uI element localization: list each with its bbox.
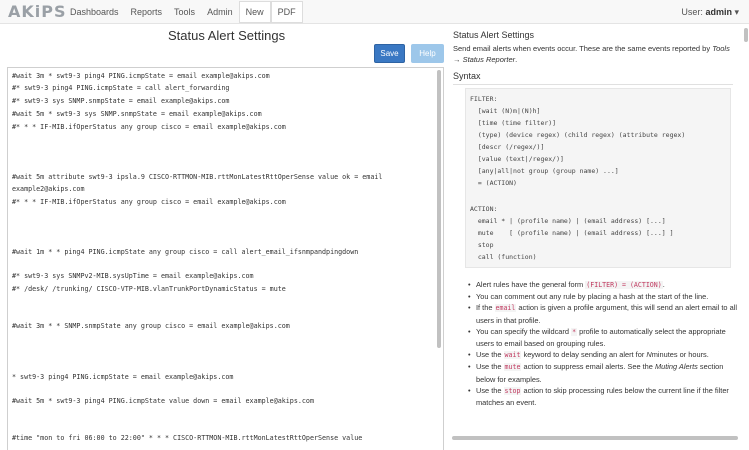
code-line: [value (text|/regex/)] bbox=[470, 155, 564, 163]
editor-line: #* swt9-3 ping4 PING.icmpState = call al… bbox=[12, 84, 230, 92]
bullet-text: action is given a profile argument, this… bbox=[476, 303, 737, 325]
code-line: FILTER: bbox=[470, 95, 498, 103]
editor-line: * swt9-3 ping4 PING.icmpState = email ex… bbox=[12, 373, 234, 381]
rules-editor[interactable]: #wait 3m * swt9-3 ping4 PING.icmpState =… bbox=[7, 67, 444, 450]
list-item: You can comment out any rule by placing … bbox=[468, 291, 740, 302]
editor-line: #* swt9-3 sys SNMP.snmpState = email exa… bbox=[12, 97, 230, 105]
tools-ref: Tools bbox=[712, 44, 730, 53]
editor-line: #* * * IF-MIB.ifOperStatus any group cis… bbox=[12, 198, 286, 206]
editor-line: #* /desk/ /trunking/ CISCO-VTP-MIB.vlanT… bbox=[12, 285, 286, 293]
save-button[interactable]: Save bbox=[374, 44, 405, 63]
page-title: Status Alert Settings bbox=[168, 28, 286, 43]
inline-code: mute bbox=[503, 363, 522, 372]
code-line: ACTION: bbox=[470, 205, 498, 213]
editor-scrollbar[interactable] bbox=[437, 70, 441, 348]
code-line: mute [ (profile name) | (email address) … bbox=[470, 229, 674, 237]
bullet-text: keyword to delay sending an alert for bbox=[523, 350, 645, 360]
bullet-text: . bbox=[662, 280, 665, 289]
bullet-text: You can specify the wildcard bbox=[476, 326, 569, 336]
nav-tools[interactable]: Tools bbox=[168, 0, 201, 24]
bullet-text: action to suppress email alerts. See the bbox=[523, 362, 653, 372]
bullet-text: If the bbox=[476, 303, 493, 313]
help-scrollbar[interactable] bbox=[744, 28, 748, 42]
editor-line: #* * * IF-MIB.ifOperStatus any group cis… bbox=[12, 123, 286, 131]
editor-line: #wait 5m * swt9-3 sys SNMP.snmpState = e… bbox=[12, 110, 262, 118]
list-item: If the email action is given a profile a… bbox=[468, 302, 740, 325]
help-button[interactable]: Help bbox=[411, 44, 444, 63]
bullet-text: minutes or hours. bbox=[651, 350, 709, 360]
nav-reports[interactable]: Reports bbox=[125, 0, 169, 24]
new-button[interactable]: New bbox=[238, 1, 271, 23]
editor-line: #wait 5m attribute swt9-3 ipsla.9 CISCO-… bbox=[12, 173, 383, 181]
syntax-code-block: FILTER: [wait (N)m|(N)h] [time (time fil… bbox=[465, 88, 731, 268]
editor-line: #wait 3m * * SNMP.snmpState any group ci… bbox=[12, 322, 290, 330]
muting-alerts-link[interactable]: Muting Alerts bbox=[655, 362, 698, 371]
inline-code: email bbox=[494, 304, 517, 313]
akips-logo[interactable]: AKiPS bbox=[8, 2, 67, 21]
list-item: You can specify the wildcard * profile t… bbox=[468, 326, 740, 349]
editor-line: #wait 1m * * ping4 PING.icmpState any gr… bbox=[12, 248, 359, 256]
code-line: email * | (profile name) | (email addres… bbox=[470, 217, 666, 225]
description-text: Send email alerts when events occur. The… bbox=[453, 44, 711, 53]
code-line: stop bbox=[470, 241, 494, 249]
code-line: [time (time filter)] bbox=[470, 119, 557, 127]
editor-line: #wait 5m * swt9-3 ping4 PING.icmpState v… bbox=[12, 397, 314, 405]
pdf-button[interactable]: PDF bbox=[270, 1, 303, 23]
user-name: admin bbox=[705, 7, 732, 17]
editor-line: #time "mon to fri 06:00 to 22:00" * * * … bbox=[12, 434, 363, 442]
inline-code: * bbox=[571, 327, 578, 336]
editor-line: example2@akips.com bbox=[12, 185, 85, 193]
help-title: Status Alert Settings bbox=[453, 30, 535, 40]
inline-code: wait bbox=[503, 351, 522, 360]
top-nav-bar: AKiPS Dashboards Reports Tools Admin New… bbox=[0, 0, 749, 24]
list-item: Use the mute action to suppress email al… bbox=[468, 361, 740, 384]
code-line: call (function) bbox=[470, 253, 537, 261]
user-label: User: bbox=[681, 7, 703, 17]
list-item: Use the stop action to skip processing r… bbox=[468, 385, 740, 408]
arrow-icon: → bbox=[453, 55, 461, 64]
code-line: [wait (N)m|(N)h] bbox=[470, 107, 541, 115]
help-description: Send email alerts when events occur. The… bbox=[453, 43, 733, 65]
bullet-text: Use the bbox=[476, 385, 502, 395]
status-reporter-ref: Status Reporter bbox=[462, 55, 516, 64]
bullet-text: Use the bbox=[476, 350, 502, 360]
code-line: [descr (/regex/)] bbox=[470, 143, 545, 151]
inline-code: (FILTER) = (ACTION) bbox=[585, 281, 663, 289]
rules-help-list: Alert rules have the general form (FILTE… bbox=[468, 279, 740, 408]
syntax-heading: Syntax bbox=[453, 71, 481, 81]
bullet-text: Use the bbox=[476, 362, 502, 372]
list-item: Alert rules have the general form (FILTE… bbox=[468, 279, 740, 291]
nav-dashboards[interactable]: Dashboards bbox=[64, 0, 125, 24]
chevron-down-icon: ▾ bbox=[734, 7, 739, 17]
list-item: Use the wait keyword to delay sending an… bbox=[468, 349, 740, 361]
description-end: . bbox=[515, 55, 518, 64]
code-line: = (ACTION) bbox=[470, 179, 517, 187]
help-horizontal-scrollbar[interactable] bbox=[452, 436, 738, 440]
bullet-text: Alert rules have the general form bbox=[476, 280, 584, 289]
code-line: [any|all|not group (group name) ...] bbox=[470, 167, 619, 175]
editor-line: #* swt9-3 sys SNMPv2-MIB.sysUpTime = ema… bbox=[12, 272, 254, 280]
inline-code: stop bbox=[503, 386, 522, 395]
code-line: (type) (device regex) (child regex) (att… bbox=[470, 131, 686, 139]
nav-admin[interactable]: Admin bbox=[201, 0, 239, 24]
user-menu[interactable]: User: admin ▾ bbox=[681, 7, 739, 18]
main-nav: Dashboards Reports Tools Admin New PDF bbox=[64, 0, 303, 24]
editor-line: #wait 3m * swt9-3 ping4 PING.icmpState =… bbox=[12, 72, 270, 80]
divider bbox=[453, 84, 733, 85]
